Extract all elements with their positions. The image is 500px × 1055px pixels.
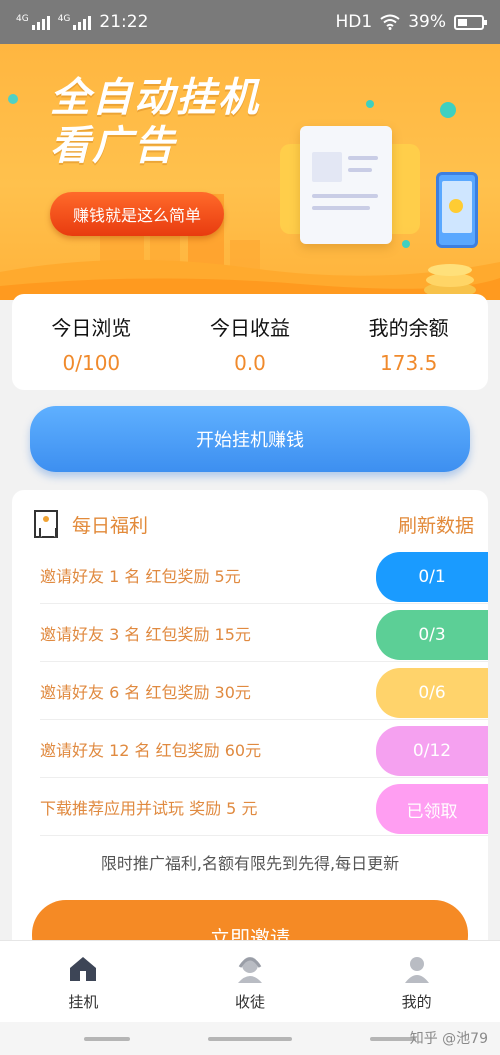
home-icon	[70, 957, 97, 981]
profile-icon	[404, 957, 429, 983]
hero-banner[interactable]: 全自动挂机 看广告 赚钱就是这么简单	[0, 44, 500, 300]
task-label: 邀请好友 6 名 红包奖励 30元	[40, 682, 251, 702]
wifi-icon	[380, 14, 400, 30]
banner-title: 全自动挂机 看广告	[50, 74, 260, 170]
tab-label: 收徒	[235, 993, 266, 1011]
start-earning-button[interactable]: 开始挂机赚钱	[30, 406, 470, 472]
task-status-button[interactable]: 已领取	[376, 784, 488, 834]
task-row: 邀请好友 1 名 红包奖励 5元 0/1	[40, 546, 488, 604]
nav-home-handle[interactable]	[208, 1037, 292, 1041]
tab-apprentice[interactable]: 收徒	[167, 941, 334, 1022]
signal-label: 4G	[16, 14, 29, 24]
stat-label: 我的余额	[368, 316, 449, 340]
daily-welfare-card: 每日福利 刷新数据 邀请好友 1 名 红包奖励 5元 0/1 邀请好友 3 名 …	[12, 490, 488, 960]
task-row: 邀请好友 12 名 红包奖励 60元 0/12	[40, 720, 488, 778]
tab-mine[interactable]: 我的	[333, 941, 500, 1022]
task-label: 邀请好友 1 名 红包奖励 5元	[40, 566, 241, 586]
banner-title-line1: 全自动挂机	[50, 75, 260, 121]
stats-card: 今日浏览 0/100 今日收益 0.0 我的余额 173.5	[12, 294, 488, 390]
banner-title-line2: 看广告	[50, 123, 176, 169]
welfare-header: 每日福利 刷新数据	[34, 508, 474, 540]
task-row: 邀请好友 6 名 红包奖励 30元 0/6	[40, 662, 488, 720]
stat-today-earnings: 今日收益 0.0	[171, 294, 330, 390]
stat-label: 今日浏览	[51, 316, 132, 340]
stat-value: 173.5	[380, 351, 438, 375]
banner-cta-button[interactable]: 赚钱就是这么简单	[50, 192, 224, 236]
task-row: 邀请好友 3 名 红包奖励 15元 0/3	[40, 604, 488, 662]
decoration-dot	[440, 102, 456, 118]
signal-label: 4G	[57, 14, 71, 24]
stat-label: 今日收益	[210, 316, 290, 340]
bottom-tab-bar: 挂机 收徒 我的	[0, 940, 500, 1022]
clock: 21:22	[99, 12, 149, 32]
stat-value: 0/100	[62, 351, 121, 375]
decoration-dot	[8, 94, 18, 104]
document-illustration	[300, 126, 392, 244]
task-label: 邀请好友 12 名 红包奖励 60元	[40, 740, 262, 760]
tab-hangup[interactable]: 挂机	[0, 941, 167, 1022]
stat-value: 0.0	[234, 351, 266, 375]
task-status-button[interactable]: 0/1	[376, 552, 488, 602]
battery-percent: 39%	[408, 12, 446, 32]
signal-icon: 4G	[58, 14, 92, 30]
task-status-button[interactable]: 0/3	[376, 610, 488, 660]
hd-label: HD1	[335, 12, 373, 32]
nav-back-handle[interactable]	[84, 1037, 130, 1041]
welfare-title: 每日福利	[72, 514, 149, 537]
task-row: 下载推荐应用并试玩 奖励 5 元 已领取	[40, 778, 488, 836]
watermark-text: 知乎 @池79	[409, 1031, 488, 1047]
status-bar: 4G 4G 21:22 HD1 39%	[0, 0, 500, 44]
decoration-dot	[366, 100, 374, 108]
phone-illustration	[436, 172, 478, 248]
tab-label: 挂机	[68, 993, 99, 1011]
system-nav-bar: 知乎 @池79	[0, 1022, 500, 1055]
task-label: 下载推荐应用并试玩 奖励 5 元	[40, 798, 258, 818]
stat-today-views: 今日浏览 0/100	[12, 294, 171, 390]
refresh-data-link[interactable]: 刷新数据	[398, 511, 474, 538]
task-status-button[interactable]: 0/12	[376, 726, 488, 776]
bookmark-icon	[34, 510, 58, 538]
apprentice-icon	[238, 957, 262, 983]
battery-icon	[454, 14, 487, 30]
welfare-tip: 限时推广福利,名额有限先到先得,每日更新	[100, 854, 400, 873]
task-status-button[interactable]: 0/6	[376, 668, 488, 718]
signal-icon: 4G	[16, 14, 50, 30]
task-label: 邀请好友 3 名 红包奖励 15元	[40, 624, 251, 644]
tab-label: 我的	[401, 993, 432, 1011]
stat-my-balance: 我的余额 173.5	[329, 294, 488, 390]
